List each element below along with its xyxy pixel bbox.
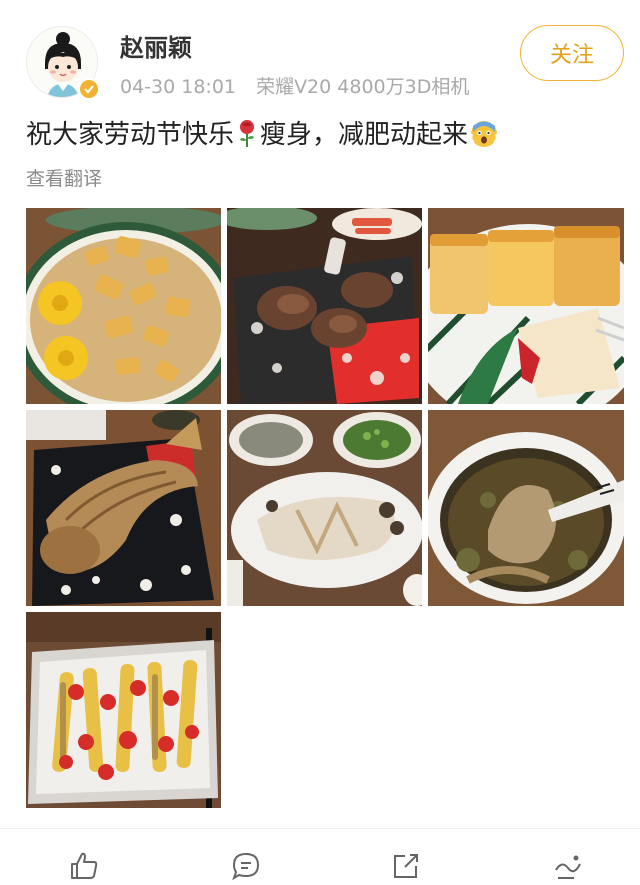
verified-badge-icon: [78, 78, 100, 100]
weibo-post: 赵丽颖 04-30 18:01 荣耀V20 4800万3D相机 关注 祝大家劳动…: [0, 0, 640, 885]
post-text: 祝大家劳动节快乐 瘦身，减肥动起来: [26, 116, 620, 154]
post-text-part2: 瘦身，减肥动起来: [260, 120, 469, 150]
photo-7[interactable]: [26, 612, 221, 808]
share-button[interactable]: [386, 850, 426, 885]
post-text-part1: 祝大家劳动节快乐: [26, 120, 235, 150]
like-icon: [71, 852, 98, 879]
more-button[interactable]: [548, 850, 588, 885]
post-time: 04-30 18:01: [120, 76, 237, 98]
view-translation-link[interactable]: 查看翻译: [26, 164, 102, 191]
shocked-face-emoji-icon: [470, 121, 498, 147]
lamb-chops-photo: [227, 208, 422, 404]
username[interactable]: 赵丽颖: [120, 28, 192, 63]
fried-potatoes-photo: [26, 208, 221, 404]
post-meta: 04-30 18:01 荣耀V20 4800万3D相机: [120, 72, 469, 99]
chicken-soup-photo: [428, 410, 624, 606]
action-bar-divider: [0, 828, 640, 829]
photo-5[interactable]: [227, 410, 422, 606]
photo-4[interactable]: [26, 410, 221, 606]
post-device: 荣耀V20 4800万3D相机: [256, 76, 470, 98]
comment-button[interactable]: [226, 850, 266, 885]
like-button[interactable]: [64, 850, 104, 885]
comment-icon: [232, 852, 260, 881]
rose-emoji-icon: [240, 120, 255, 147]
chicken-sides-photo: [227, 410, 422, 606]
photo-6[interactable]: [428, 410, 624, 606]
photo-2[interactable]: [227, 208, 422, 404]
fried-fish-photo: [26, 410, 221, 606]
photo-1[interactable]: [26, 208, 221, 404]
toast-photo: [428, 208, 624, 404]
share-icon: [394, 854, 418, 878]
follow-button[interactable]: 关注: [520, 25, 624, 81]
baked-vegetables-photo: [26, 612, 221, 808]
photo-3[interactable]: [428, 208, 624, 404]
more-icon: [555, 855, 581, 879]
